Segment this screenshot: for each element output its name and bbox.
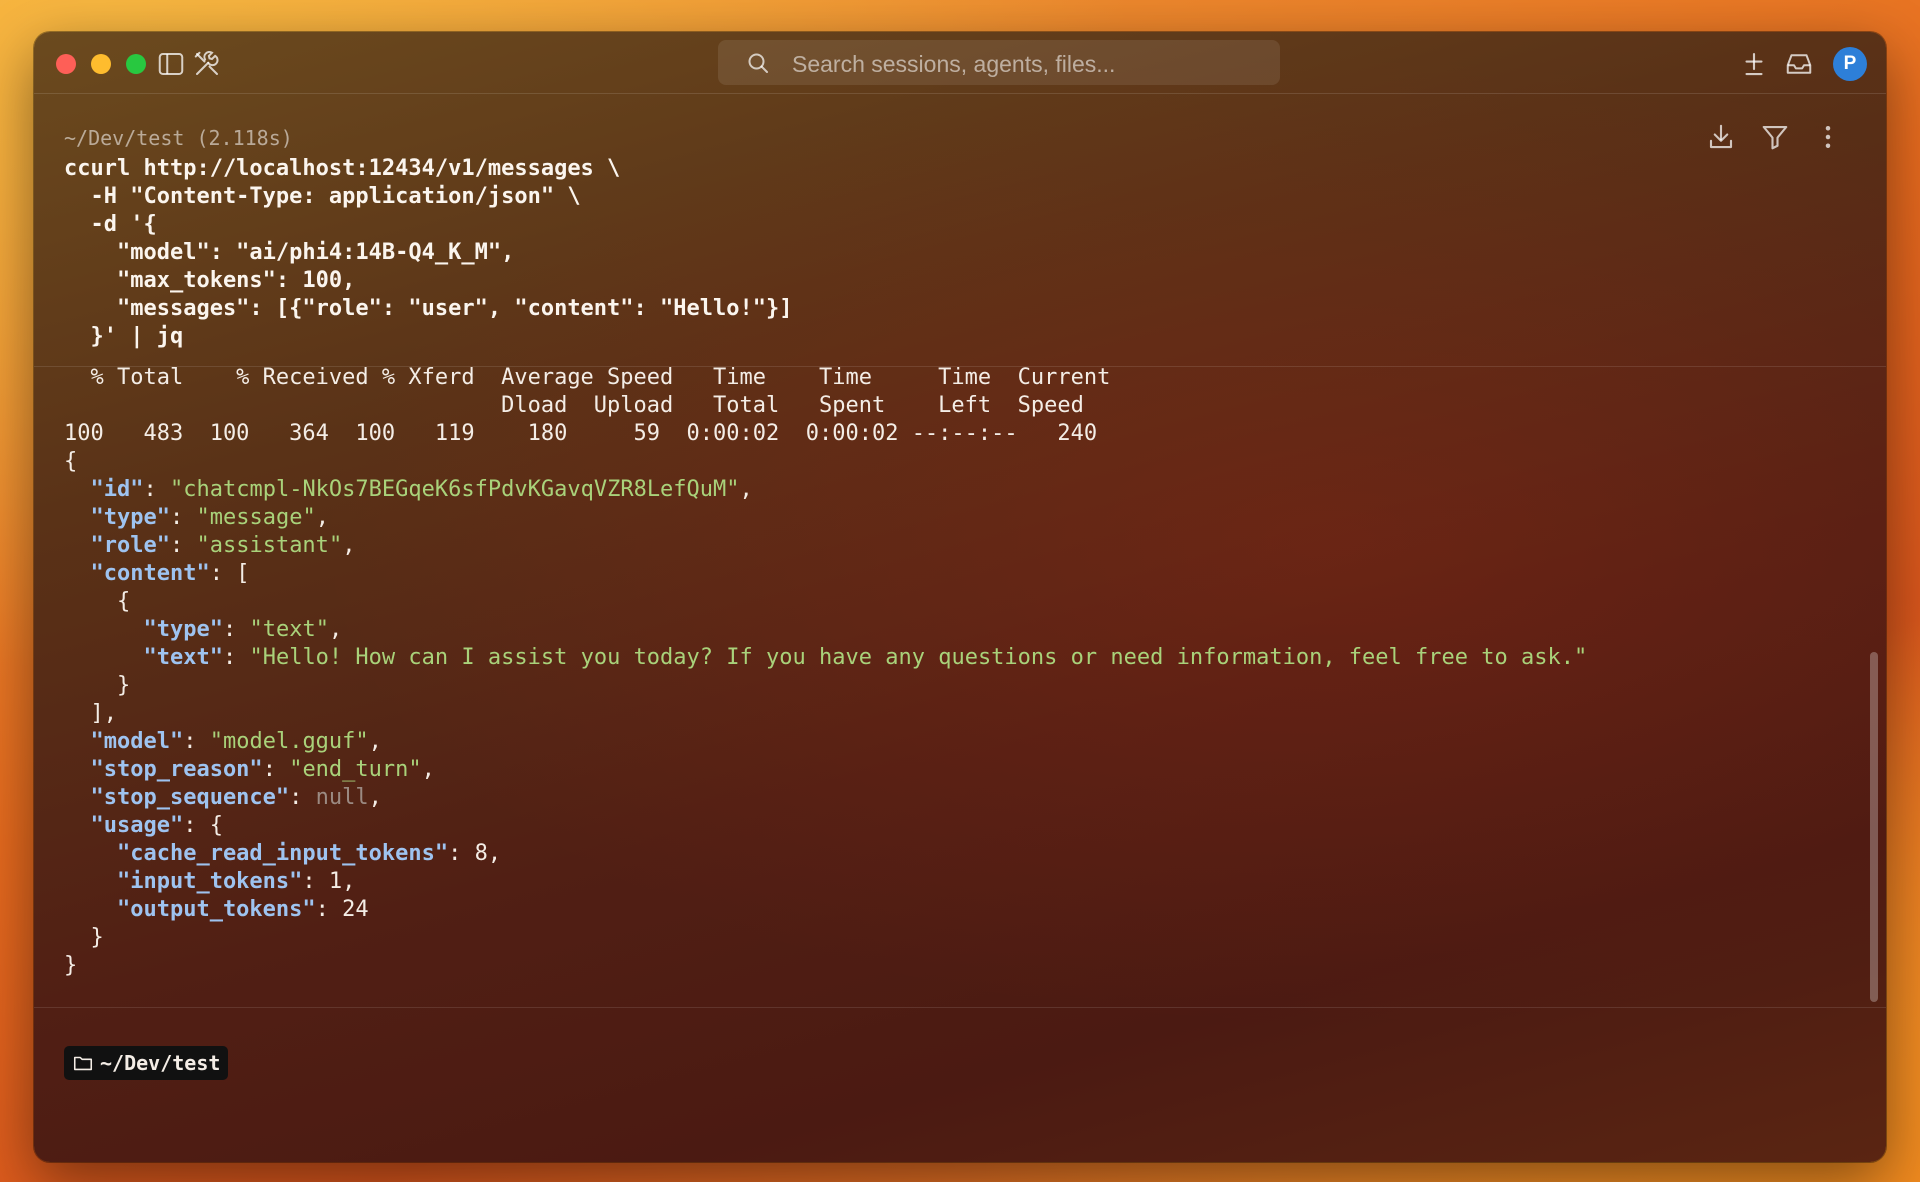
download-icon[interactable] (1706, 122, 1736, 152)
filter-icon[interactable] (1760, 122, 1790, 152)
prompt-divider (34, 1007, 1886, 1008)
command-line: -d '{ (64, 212, 157, 237)
cwd-label: ~/Dev/test (100, 1051, 221, 1075)
json-type-value: message (209, 505, 303, 530)
search-bar[interactable]: Search sessions, agents, files... (718, 40, 1280, 85)
json-id-value: chatcmpl-NkOs7BEGqeK6sfPdvKGavqVZR8LefQu… (183, 477, 727, 502)
json-stop-reason-value: end_turn (302, 757, 409, 782)
scrollbar[interactable] (1870, 652, 1878, 1002)
inbox-icon[interactable] (1784, 49, 1814, 79)
curl-progress-line: Dload Upload Total Spent Left Speed (64, 393, 1084, 418)
curl-progress-line: 100 483 100 364 100 119 180 59 0:00:02 0… (64, 421, 1098, 446)
search-placeholder: Search sessions, agents, files... (792, 51, 1116, 77)
json-content-text-value: Hello! How can I assist you today? If yo… (262, 645, 1574, 670)
json-content-type-value: text (262, 617, 316, 642)
avatar[interactable]: P (1833, 47, 1867, 81)
tools-icon[interactable] (192, 49, 222, 79)
command-line: -H "Content-Type: application/json" \ (64, 184, 581, 209)
cwd-chip[interactable]: ~/Dev/test (64, 1046, 229, 1080)
json-model-value: model.gguf (222, 729, 356, 754)
curl-progress-line: % Total % Received % Xferd Average Speed… (64, 365, 1111, 390)
title-bar: Search sessions, agents, files... P (34, 32, 1886, 94)
terminal-window: Search sessions, agents, files... P ~/De… (34, 32, 1886, 1162)
search-icon (746, 51, 770, 75)
sidebar-toggle-icon[interactable] (156, 49, 186, 79)
add-tab-icon[interactable] (1739, 49, 1769, 79)
minimize-window-button[interactable] (91, 54, 111, 74)
command-line: }' | jq (64, 324, 184, 349)
more-icon[interactable] (1813, 122, 1843, 152)
command-line: "max_tokens": 100, (64, 268, 356, 293)
json-stop-sequence-value: null (315, 785, 369, 810)
json-cache-read-tokens-value: 8 (474, 841, 488, 866)
command-line: ccurl http://localhost:12434/v1/messages… (64, 156, 621, 181)
command-input[interactable]: ccurl http://localhost:12434/v1/messages… (64, 155, 792, 351)
command-line: "model": "ai/phi4:14B-Q4_K_M", (64, 240, 515, 265)
block-meta: ~/Dev/test (2.118s) (64, 126, 293, 150)
command-output: % Total % Received % Xferd Average Speed… (64, 365, 1588, 978)
json-input-tokens-value: 1 (328, 869, 343, 894)
json-output-tokens-value: 24 (342, 897, 369, 922)
command-line: "messages": [{"role": "user", "content":… (64, 296, 793, 321)
close-window-button[interactable] (56, 54, 76, 74)
maximize-window-button[interactable] (126, 54, 146, 74)
folder-icon (72, 1052, 94, 1074)
json-role-value: assistant (209, 533, 329, 558)
